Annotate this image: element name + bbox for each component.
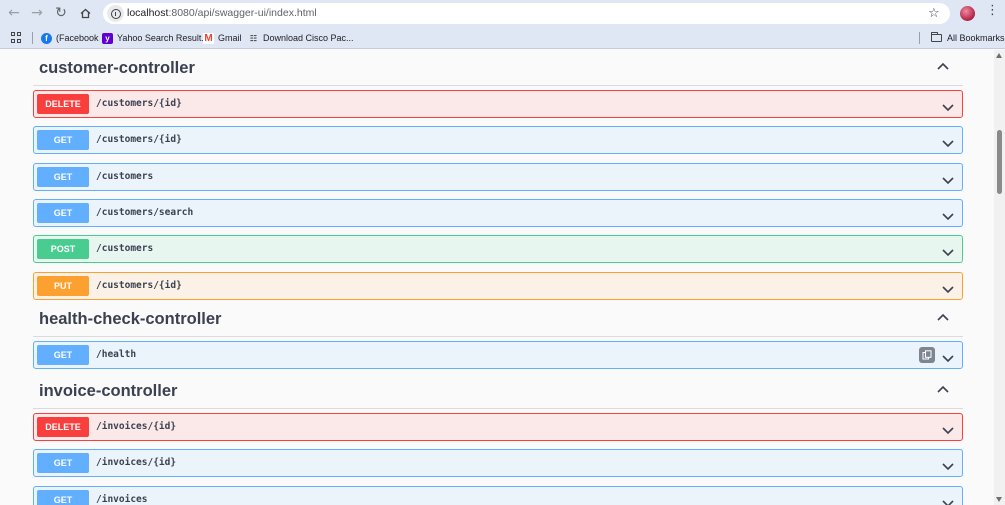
operation-path: /customers/{id} [96,98,182,109]
site-info-icon[interactable] [107,5,124,22]
operation-row[interactable]: DELETE/invoices/{id} [33,413,963,441]
bookmarks-divider [32,32,33,44]
bookmark-label: Yahoo Search Result... [117,33,209,43]
bookmarks-bar: f (Facebook y Yahoo Search Result... M G… [0,27,1005,49]
page-scrollbar[interactable] [994,50,1005,505]
expand-chevron-down-icon[interactable] [942,281,954,294]
operation-row[interactable]: GET/customers/search [33,199,963,227]
reload-icon[interactable]: ↻ [51,3,71,23]
operation-row[interactable]: PUT/customers/{id} [33,272,963,300]
operation-path: /customers/search [96,207,194,218]
operation-row[interactable]: DELETE/customers/{id} [33,90,963,118]
method-badge: GET [37,345,89,365]
operation-path: /health [96,349,137,360]
bookmark-facebook[interactable]: f (Facebook [41,30,99,46]
yahoo-icon: y [102,32,113,44]
method-badge: GET [37,490,89,505]
collapse-chevron-up-icon[interactable] [937,385,949,397]
expand-chevron-down-icon[interactable] [942,458,954,471]
operation-row[interactable]: GET/customers/{id} [33,126,963,154]
operation-path: /invoices [96,494,148,505]
bookmark-label: Download Cisco Pac... [263,33,354,43]
operation-path: /customers [96,243,154,254]
scroll-thumb[interactable] [997,130,1002,194]
facebook-icon: f [41,32,52,44]
bookmarks-divider [919,32,920,44]
method-badge: GET [37,130,89,150]
expand-chevron-down-icon[interactable] [942,244,954,257]
operation-row[interactable]: POST/customers [33,235,963,263]
url-text: localhost:8080/api/swagger-ui/index.html [127,7,317,19]
operation-path: /customers/{id} [96,134,182,145]
operation-path: /invoices/{id} [96,457,177,468]
profile-avatar[interactable] [960,6,975,21]
folder-icon [931,32,942,42]
browser-menu-icon[interactable]: ⋮ [986,4,999,17]
tag-section-invoice-controller: invoice-controller DELETE/invoices/{id} GE… [33,377,963,505]
tag-title[interactable]: customer-controller [39,59,195,78]
address-bar[interactable]: localhost:8080/api/swagger-ui/index.html… [103,3,950,24]
forward-icon[interactable]: → [27,3,47,23]
method-badge: GET [37,203,89,223]
operation-row[interactable]: GET/invoices/{id} [33,449,963,477]
method-badge: POST [37,239,89,259]
method-badge: DELETE [37,94,89,114]
method-badge: DELETE [37,417,89,437]
all-bookmarks-button[interactable]: All Bookmarks [931,30,1005,46]
method-badge: GET [37,167,89,187]
operation-path: /customers [96,171,154,182]
bookmark-label: (Facebook [56,33,99,43]
network-icon: ☷ [249,33,258,43]
home-icon[interactable] [75,3,95,23]
collapse-chevron-up-icon[interactable] [937,313,949,325]
method-badge: PUT [37,276,89,296]
expand-chevron-down-icon[interactable] [942,422,954,435]
tag-header[interactable]: invoice-controller [33,377,963,409]
bookmark-yahoo[interactable]: y Yahoo Search Result... [102,30,209,46]
expand-chevron-down-icon[interactable] [942,495,954,505]
tag-title[interactable]: invoice-controller [39,382,177,401]
bookmark-label: Gmail [218,33,242,43]
all-bookmarks-label: All Bookmarks [947,33,1005,43]
expand-chevron-down-icon[interactable] [942,135,954,148]
scroll-down-arrow[interactable] [996,497,1002,502]
bookmark-gmail[interactable]: M Gmail [203,30,242,46]
tag-title[interactable]: health-check-controller [39,310,221,329]
gmail-icon: M [203,32,214,44]
operation-row[interactable]: GET/health [33,341,963,369]
operation-row[interactable]: GET/invoices [33,486,963,505]
expand-chevron-down-icon[interactable] [942,99,954,112]
scroll-up-arrow[interactable] [996,53,1002,58]
collapse-chevron-up-icon[interactable] [937,62,949,74]
swagger-page: customer-controller DELETE/customers/{id}… [0,50,994,505]
browser-toolbar: ← → ↻ localhost:8080/api/swagger-ui/inde… [0,0,1005,27]
tag-section-customer-controller: customer-controller DELETE/customers/{id}… [33,54,963,300]
back-icon[interactable]: ← [4,3,24,23]
expand-chevron-down-icon[interactable] [942,172,954,185]
tag-header[interactable]: customer-controller [33,54,963,86]
expand-chevron-down-icon[interactable] [942,208,954,221]
bookmark-star-icon[interactable]: ☆ [928,7,940,20]
copy-path-icon[interactable] [919,347,935,363]
apps-grid-icon[interactable] [11,32,22,43]
bookmark-cisco[interactable]: ☷ Download Cisco Pac... [248,30,354,46]
method-badge: GET [37,453,89,473]
tag-header[interactable]: health-check-controller [33,305,963,337]
tag-section-health-check-controller: health-check-controller GET/health [33,305,963,369]
operation-path: /invoices/{id} [96,421,177,432]
operation-path: /customers/{id} [96,280,182,291]
expand-chevron-down-icon[interactable] [942,350,954,363]
operation-row[interactable]: GET/customers [33,163,963,191]
